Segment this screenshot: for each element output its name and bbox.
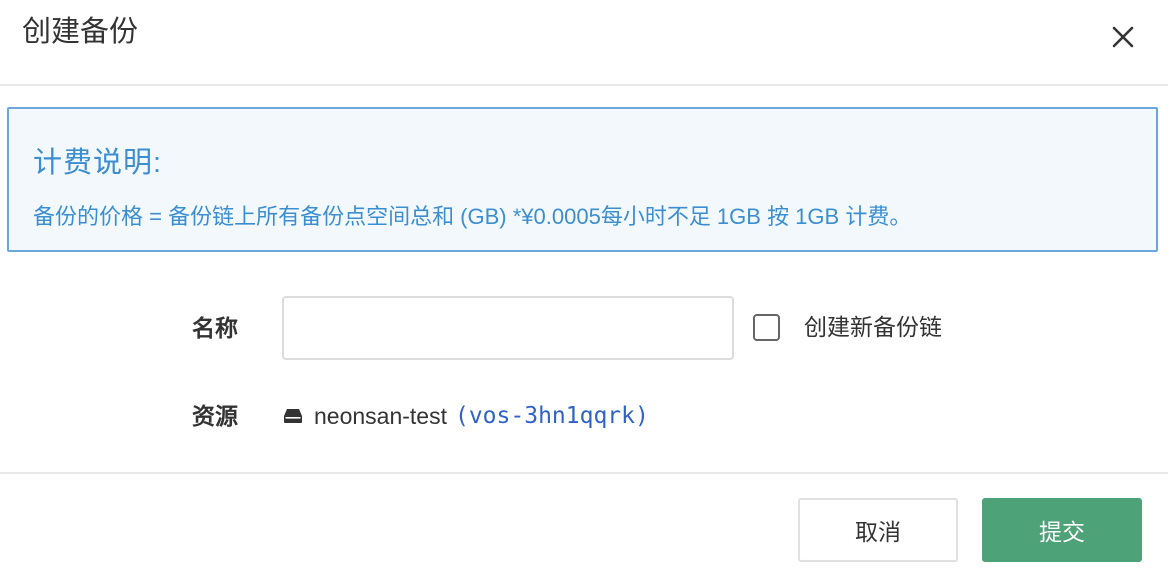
new-backup-chain-toggle[interactable]: 创建新备份链 [753, 310, 942, 344]
new-backup-chain-checkbox[interactable] [753, 313, 780, 341]
close-button[interactable] [1104, 18, 1142, 56]
name-input[interactable] [282, 296, 734, 360]
disk-icon [282, 407, 304, 425]
create-backup-dialog: 创建备份 计费说明: 备份的价格 = 备份链上所有备份点空间总和 (GB) *¥… [0, 0, 1168, 578]
submit-button[interactable]: 提交 [982, 498, 1142, 562]
resource-name: neonsan-test [314, 402, 447, 429]
footer-divider [0, 472, 1168, 474]
billing-notice-title: 计费说明: [33, 147, 163, 179]
dialog-header: 创建备份 [0, 0, 1168, 86]
resource-value: neonsan-test (vos-3hn1qqrk) [282, 400, 649, 432]
close-icon [1112, 26, 1134, 48]
resource-label: 资源 [192, 403, 238, 429]
cancel-button[interactable]: 取消 [798, 498, 958, 562]
new-backup-chain-label: 创建新备份链 [804, 314, 942, 340]
dialog-title: 创建备份 [22, 16, 139, 48]
resource-id-link[interactable]: (vos-3hn1qqrk) [455, 403, 649, 429]
billing-notice: 计费说明: 备份的价格 = 备份链上所有备份点空间总和 (GB) *¥0.000… [7, 107, 1158, 252]
billing-notice-text: 备份的价格 = 备份链上所有备份点空间总和 (GB) *¥0.0005每小时不足… [33, 204, 912, 229]
name-label: 名称 [192, 315, 238, 341]
